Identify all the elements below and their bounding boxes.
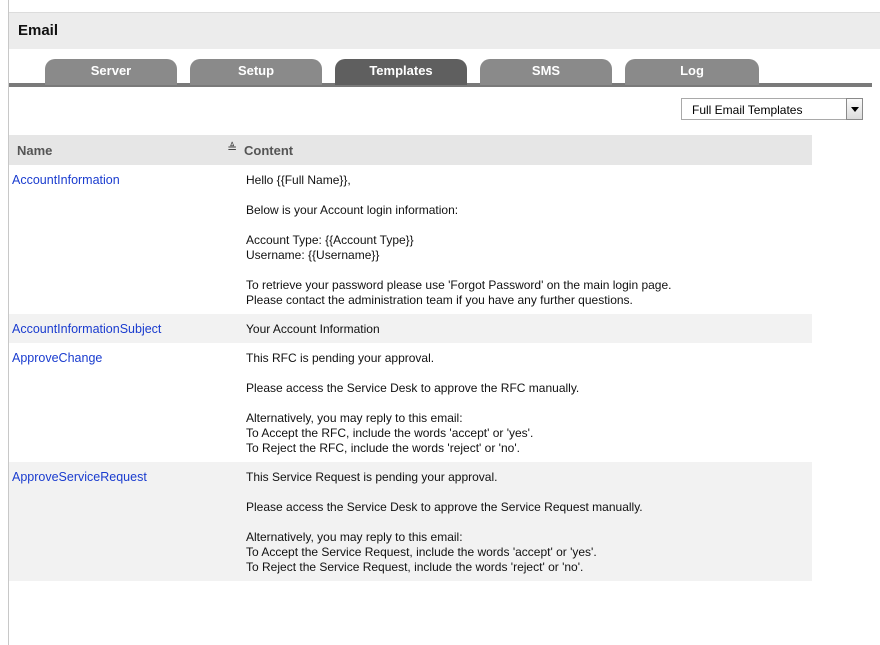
content-line: To Accept the RFC, include the words 'ac… [246,426,534,440]
table-body: AccountInformation Hello {{Full Name}}, Be… [9,165,812,581]
tab-server[interactable]: Server [45,59,177,85]
template-name-link[interactable]: ApproveChange [12,351,102,365]
chevron-down-icon[interactable] [846,98,863,120]
content-line: To Reject the RFC, include the words 're… [246,441,520,455]
content-line: This Service Request is pending your app… [246,470,498,484]
template-content: Your Account Information [246,314,812,343]
template-type-value: Full Email Templates [692,103,803,117]
content-line: Alternatively, you may reply to this ema… [246,530,463,544]
content-line: This RFC is pending your approval. [246,351,435,365]
template-name-link[interactable]: AccountInformation [12,173,120,187]
sort-ascending-icon[interactable]: ≜ [227,141,237,155]
templates-table: Name ≜ Content AccountInformation Hello {… [9,135,812,581]
table-row: ApproveChange This RFC is pending your ap… [9,343,812,462]
content-line: Please contact the administration team i… [246,293,633,307]
content-line: Your Account Information [246,322,380,336]
template-content: This Service Request is pending your app… [246,462,812,581]
template-content: Hello {{Full Name}}, Below is your Accoun… [246,165,812,314]
tab-sms-label: SMS [531,63,561,78]
table-header: Name ≜ Content [9,135,812,165]
column-header-name[interactable]: Name [17,143,52,158]
tab-setup-label: Setup [237,63,275,78]
column-header-content[interactable]: Content [244,143,293,158]
template-content: This RFC is pending your approval. Please… [246,343,812,462]
content-line: Hello {{Full Name}}, [246,173,351,187]
title-bar: Email [9,12,880,49]
content-line: Below is your Account login information: [246,203,459,217]
content-line: Please access the Service Desk to approv… [246,500,643,514]
content-line: Account Type: {{Account Type}} [246,233,414,247]
content-line: To retrieve your password please use 'Fo… [246,278,672,292]
template-name-link[interactable]: ApproveServiceRequest [12,470,147,484]
table-row: ApproveServiceRequest This Service Reques… [9,462,812,581]
content-line: Username: {{Username}} [246,248,380,262]
tab-templates[interactable]: Templates [335,59,467,85]
table-row: AccountInformationSubject Your Account In… [9,314,812,343]
email-admin-panel: Email Server Setup Templates SMS Log Ful… [0,0,880,645]
table-row: AccountInformation Hello {{Full Name}}, Be… [9,165,812,314]
content-line: To Accept the Service Request, include t… [246,545,597,559]
template-name-link[interactable]: AccountInformationSubject [12,322,161,336]
tab-log[interactable]: Log [625,59,759,85]
tab-server-label: Server [90,63,132,78]
content-line: To Reject the Service Request, include t… [246,560,584,574]
template-type-select[interactable]: Full Email Templates [681,98,863,120]
content-line: Alternatively, you may reply to this ema… [246,411,463,425]
tab-sms[interactable]: SMS [480,59,612,85]
content-line: Please access the Service Desk to approv… [246,381,580,395]
tab-templates-label: Templates [369,63,433,78]
tab-log-label: Log [680,63,704,78]
tab-setup[interactable]: Setup [190,59,322,85]
page-title: Email [18,22,59,39]
